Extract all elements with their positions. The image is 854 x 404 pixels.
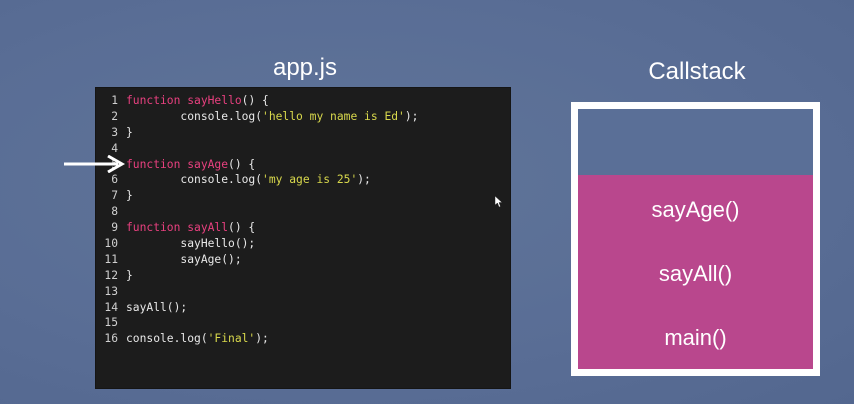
code-line: 7} <box>96 188 510 204</box>
line-number: 6 <box>111 173 118 187</box>
code-line: 16 console.log('Final'); <box>96 331 510 347</box>
code-line: 1 function sayHello() { <box>96 93 510 109</box>
line-number: 7 <box>111 189 118 203</box>
line-number: 1 <box>111 94 118 107</box>
line-number: 13 <box>104 284 118 298</box>
code-keyword: sayHello <box>187 94 242 107</box>
code-keyword: sayAll <box>187 221 229 235</box>
callstack-frame: sayAge() <box>651 197 740 222</box>
code-line: 8 <box>96 204 510 220</box>
line-number: 2 <box>111 109 118 123</box>
line-number: 14 <box>104 300 118 314</box>
callstack-frame: main() <box>664 325 727 350</box>
mouse-cursor-icon <box>495 196 503 208</box>
code-line: 9 function sayAll() { <box>96 220 510 236</box>
code-text: console.log( <box>126 109 263 123</box>
line-number: 16 <box>104 332 118 346</box>
code-keyword: function <box>126 221 188 235</box>
code-line: 10 sayHello(); <box>96 236 510 252</box>
code-text: console.log( <box>126 332 208 346</box>
line-number: 12 <box>104 268 118 282</box>
code-string: 'Final' <box>207 332 256 346</box>
code-keyword: function <box>126 157 188 171</box>
code-text: sayAll(); <box>126 300 188 314</box>
code-string: 'hello my name is Ed' <box>262 109 405 123</box>
line-number: 9 <box>111 221 118 235</box>
code-keyword: function <box>126 94 188 107</box>
code-text: sayAge(); <box>126 252 242 266</box>
code-text: ); <box>404 109 419 123</box>
code-text: console.log( <box>126 173 263 187</box>
code-title: app.js <box>272 54 338 81</box>
code-line: 13 <box>96 284 510 300</box>
line-number: 10 <box>104 237 118 251</box>
callstack-frame: sayAll() <box>658 261 733 286</box>
code-line: 4 <box>96 141 510 157</box>
code-text: ); <box>357 173 371 187</box>
code-text: } <box>126 125 133 139</box>
callstack-container: sayAge() sayAll() main() <box>571 102 820 376</box>
code-line: 5function sayAge() { <box>96 157 510 173</box>
code-text: () { <box>241 94 269 107</box>
code-text: sayHello(); <box>126 237 256 251</box>
code-line: 12} <box>96 268 510 284</box>
callstack-title: Callstack <box>648 58 746 85</box>
line-number: 15 <box>104 316 118 330</box>
line-number: 11 <box>104 252 118 266</box>
line-number: 3 <box>111 125 118 139</box>
code-text: () { <box>228 157 256 171</box>
code-lines: 1 function sayHello() {2 console.log('hel… <box>96 93 510 347</box>
code-text: () { <box>228 221 256 235</box>
callstack-frames: sayAge() sayAll() main() <box>578 175 813 369</box>
code-text: } <box>126 268 133 282</box>
code-line: 11 sayAge(); <box>96 252 510 268</box>
code-line: 2 console.log('hello my name is Ed'); <box>96 109 510 125</box>
code-editor: 1 function sayHello() {2 console.log('hel… <box>96 88 510 388</box>
line-number: 8 <box>111 205 118 219</box>
code-keyword: sayAge <box>187 157 229 171</box>
code-line: 14 sayAll(); <box>96 300 510 316</box>
code-line: 15 <box>96 315 510 331</box>
code-text: ); <box>255 332 269 346</box>
code-line: 3} <box>96 125 510 141</box>
code-string: 'my age is 25' <box>262 173 358 187</box>
code-text: } <box>126 189 133 203</box>
code-line: 6 console.log('my age is 25'); <box>96 172 510 188</box>
right-arrow-icon <box>64 155 126 173</box>
